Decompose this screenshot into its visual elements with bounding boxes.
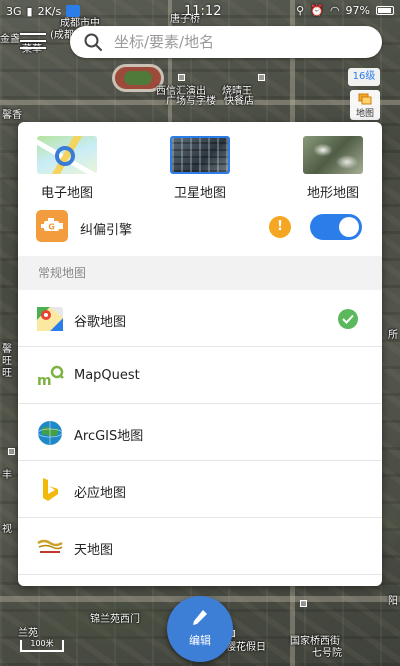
toggle-knob <box>339 217 359 237</box>
layers-icon <box>358 93 372 105</box>
engine-label: 纠偏引擎 <box>80 223 133 238</box>
signal-icon: ▮ <box>26 4 33 18</box>
map-provider-list: 谷歌地图 m MapQuest ArcGIS地图 必应地图 天地图 <box>18 290 382 575</box>
map-layer-panel: 电子地图 卫星地图 地形地图 G 纠偏引擎 ! 常规地图 谷歌地图 m MapQ… <box>18 122 382 586</box>
alarm-off-icon: ⏰ <box>310 4 324 17</box>
map-label: 锦兰苑西门 <box>90 614 140 625</box>
provider-item-bing[interactable]: 必应地图 <box>18 461 382 518</box>
location-icon: ⚲ <box>296 4 305 17</box>
map-type-terrain[interactable]: 地形地图 <box>288 136 378 201</box>
battery-percent: 97% <box>345 4 370 17</box>
poi-marker <box>8 448 15 455</box>
map-type-label: 地形地图 <box>306 186 359 201</box>
provider-item-mapquest[interactable]: m MapQuest <box>18 347 382 404</box>
provider-item-tianditu[interactable]: 天地图 <box>18 518 382 575</box>
zoom-level-badge: 16级 <box>348 68 380 86</box>
map-label: 馨香 <box>2 110 22 121</box>
map-type-label: 卫星地图 <box>173 186 226 201</box>
app-notification-icon <box>66 5 81 17</box>
provider-item-arcgis[interactable]: ArcGIS地图 <box>18 404 382 461</box>
poi-marker <box>178 74 185 81</box>
map-type-label: 电子地图 <box>40 186 93 201</box>
correction-engine-row: G 纠偏引擎 ! <box>18 204 382 248</box>
provider-label: 必应地图 <box>74 486 127 501</box>
net-speed: 2K/s <box>37 4 62 18</box>
map-label: 快餐店 <box>224 96 254 107</box>
edit-button[interactable]: 编辑 <box>167 596 233 662</box>
pencil-icon <box>193 610 207 625</box>
map-label: 所 <box>388 330 398 341</box>
google-maps-icon <box>37 307 63 331</box>
map-label: 阳 <box>388 596 398 607</box>
map-label: 金盏 <box>0 34 20 45</box>
map-type-satellite[interactable]: 卫星地图 <box>155 136 245 201</box>
wifi-icon: ◠ <box>329 4 340 17</box>
edit-button-label: 编辑 <box>189 634 211 647</box>
bing-icon <box>43 478 58 501</box>
mapquest-icon: m <box>37 365 64 389</box>
tianditu-logo-icon <box>37 539 63 553</box>
map-label: 旺 <box>2 356 12 367</box>
layer-button-label: 地图 <box>355 109 374 119</box>
section-header: 常规地图 <box>18 256 382 290</box>
map-label: 丰 <box>2 470 12 481</box>
battery-icon <box>376 6 394 15</box>
provider-label: 谷歌地图 <box>74 315 127 330</box>
svg-text:G: G <box>48 223 55 232</box>
terrain-map-thumbnail <box>303 136 363 174</box>
layer-switch-button[interactable]: 地图 <box>350 90 380 120</box>
map-label: 广场写字楼 <box>166 96 216 107</box>
selected-check-icon <box>338 309 358 329</box>
map-type-vector[interactable]: 电子地图 <box>22 136 112 201</box>
menu-icon <box>20 33 46 35</box>
clock: 11:12 <box>184 4 222 19</box>
map-label: 国家桥西街 <box>290 636 340 647</box>
search-bar[interactable] <box>70 26 382 58</box>
arcgis-globe-icon <box>37 421 63 445</box>
status-bar: 3G ▮ 2K/s 11:12 ⚲ ⏰ ◠ 97% <box>0 0 400 22</box>
provider-label: ArcGIS地图 <box>74 429 144 444</box>
menu-button[interactable] <box>20 30 46 52</box>
engine-toggle[interactable] <box>310 214 362 240</box>
search-input[interactable] <box>114 33 354 51</box>
poi-marker <box>258 74 265 81</box>
network-indicator: 3G <box>6 4 22 18</box>
provider-label: 天地图 <box>74 543 114 558</box>
poi-marker <box>300 600 307 607</box>
map-label: 视 <box>2 524 12 535</box>
provider-item-google[interactable]: 谷歌地图 <box>18 290 382 347</box>
svg-text:m: m <box>37 373 52 389</box>
search-icon <box>84 33 102 51</box>
map-label: 旺 <box>2 368 12 379</box>
provider-label: MapQuest <box>74 368 140 383</box>
warning-icon[interactable]: ! <box>269 216 291 238</box>
satellite-map-thumbnail <box>170 136 230 174</box>
map-type-selector: 电子地图 卫星地图 地形地图 <box>18 122 382 204</box>
map-label: 馨 <box>2 344 12 355</box>
map-label: 七号院 <box>312 648 342 659</box>
vector-map-thumbnail <box>37 136 97 174</box>
engine-icon: G <box>36 210 68 242</box>
map-scale-bar: 100米 <box>20 640 64 652</box>
